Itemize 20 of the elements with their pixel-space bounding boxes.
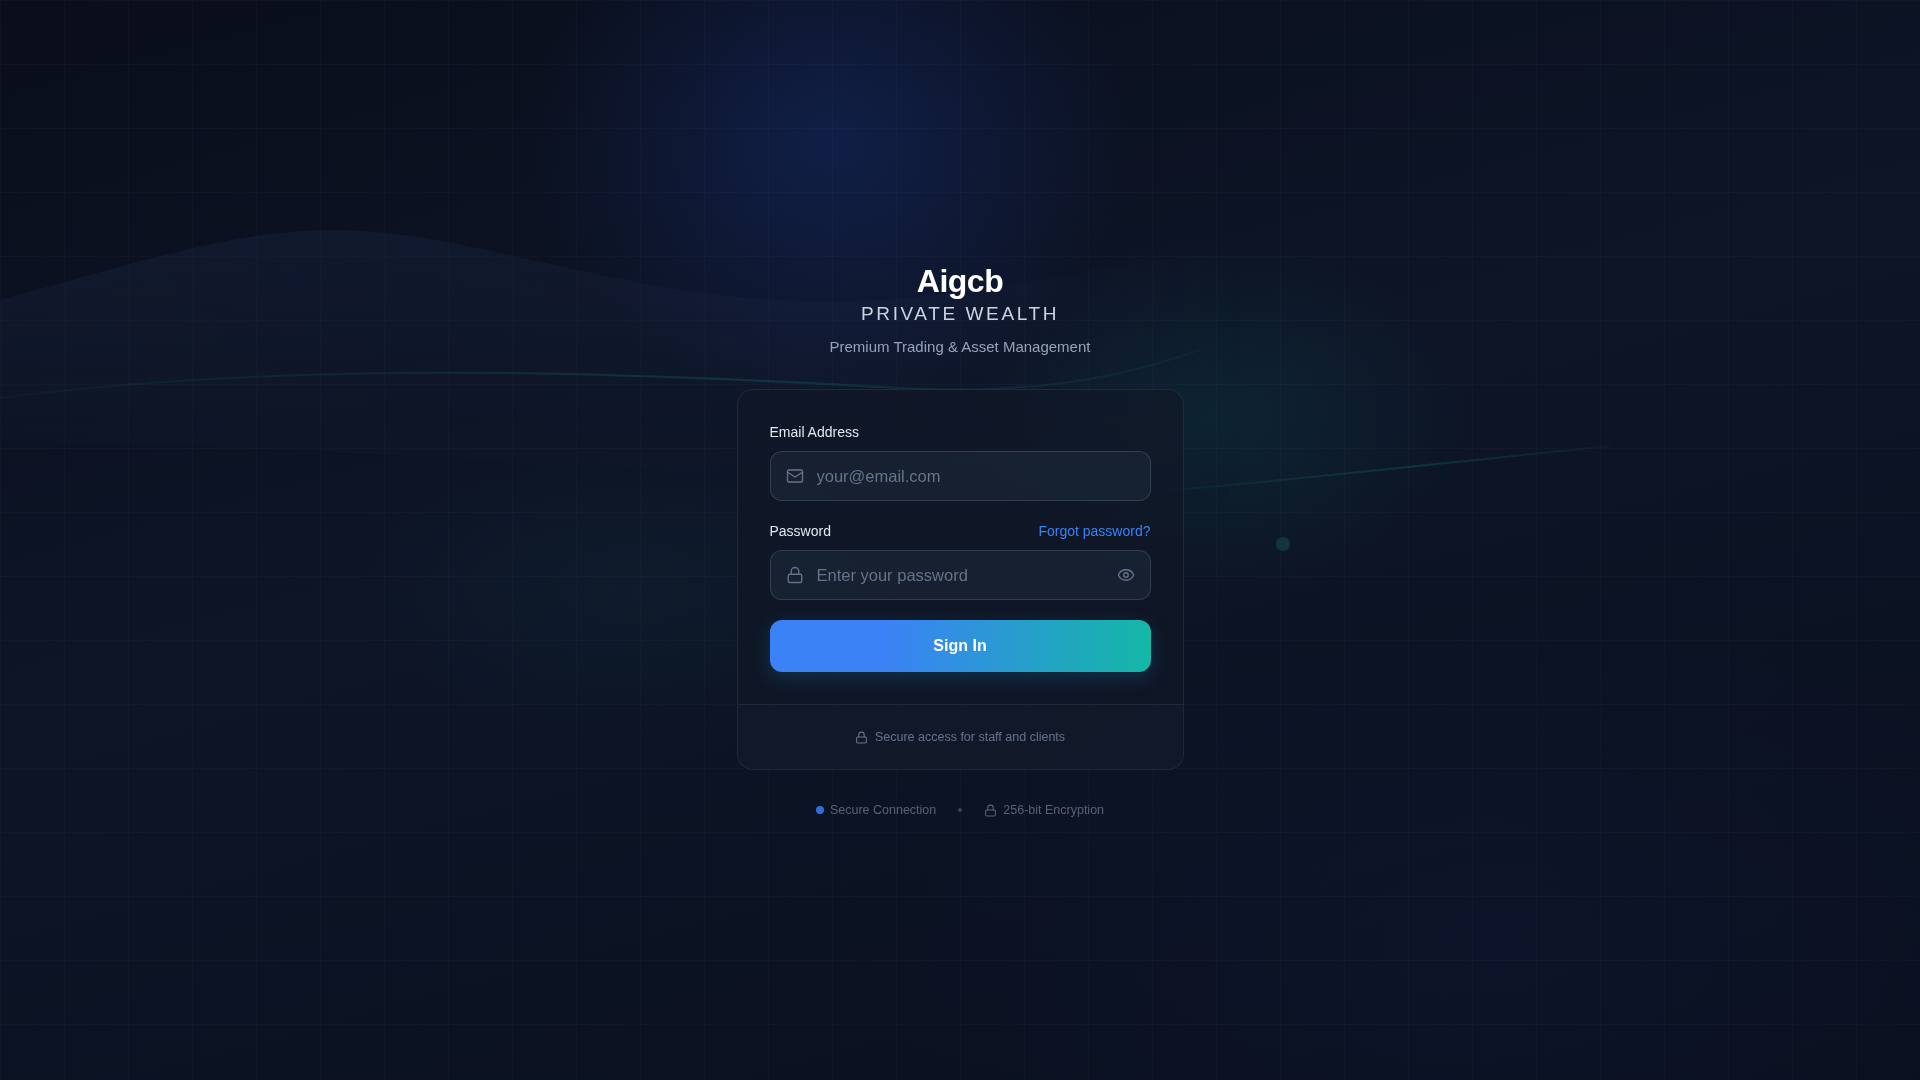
status-dot-icon: [815, 806, 824, 814]
badge-label: Secure Connection: [829, 802, 937, 818]
brand-tagline: PRIVATE WEALTH: [861, 302, 1059, 326]
sign-in-button[interactable]: Sign In: [769, 620, 1151, 672]
lock-icon: [854, 730, 868, 744]
forgot-password-link[interactable]: Forgot password?: [1038, 521, 1151, 541]
lock-icon: [785, 566, 804, 584]
dot-icon: [1276, 537, 1290, 551]
email-field[interactable]: your@email.com: [769, 451, 1151, 501]
brand-subtitle: Premium Trading & Asset Management: [829, 337, 1091, 357]
badge-label: 256-bit Encryption: [1003, 802, 1105, 818]
security-note: Secure access for staff and clients: [874, 729, 1066, 745]
field-label: Password: [769, 522, 831, 541]
brand-name: Aigcb: [916, 262, 1004, 300]
password-field[interactable]: Enter your password: [769, 550, 1151, 600]
lock-icon: [984, 803, 998, 817]
mail-icon: [785, 467, 804, 485]
separator-dot-icon: [958, 808, 963, 812]
eye-icon[interactable]: [1116, 566, 1135, 584]
field-label: Email Address: [769, 423, 859, 442]
